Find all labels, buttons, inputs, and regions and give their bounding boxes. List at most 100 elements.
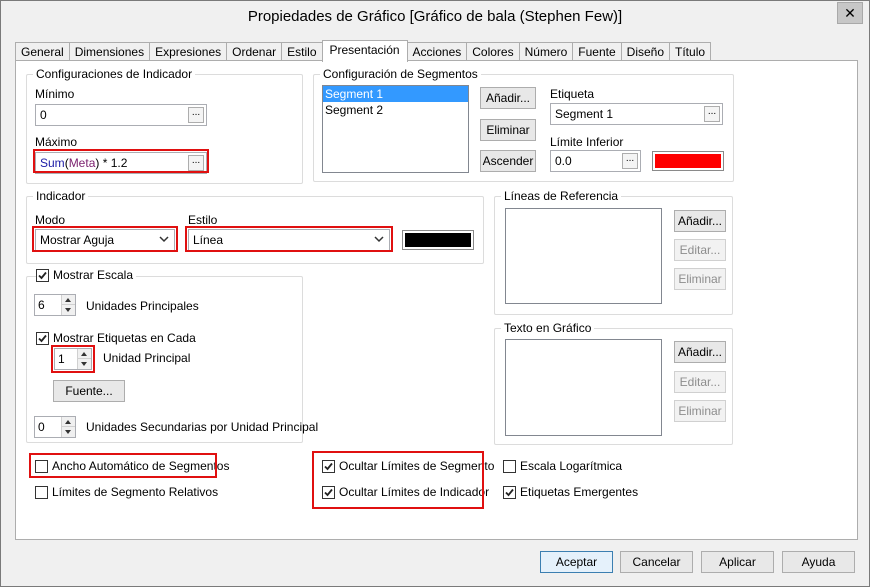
lower-limit-label: Límite Inferior [550, 135, 624, 149]
stepper-down-icon[interactable] [62, 427, 75, 437]
lower-limit-expression-button[interactable]: ... [622, 153, 638, 169]
hide-indicator-limits-box [322, 485, 335, 499]
tab-font[interactable]: Fuente [572, 42, 622, 61]
reference-lines-title: Líneas de Referencia [501, 189, 622, 203]
show-labels-checkbox[interactable]: Mostrar Etiquetas en Cada [36, 331, 196, 345]
popup-labels-checkbox[interactable]: Etiquetas Emergentes [503, 485, 638, 499]
delete-chart-text-button[interactable]: Eliminar [674, 400, 726, 422]
minor-units-stepper[interactable]: 0 [34, 416, 76, 438]
major-unit-label: Unidad Principal [103, 351, 191, 365]
segment-label-expression-button[interactable]: ... [704, 106, 720, 122]
delete-reference-line-button[interactable]: Eliminar [674, 268, 726, 290]
show-scale-checkbox[interactable]: Mostrar Escala [36, 268, 137, 282]
mode-label: Modo [35, 213, 66, 227]
indicator-title: Indicador [33, 189, 89, 203]
font-button[interactable]: Fuente... [53, 380, 125, 402]
style-value: Línea [193, 233, 224, 247]
indicator-group: Indicador Modo Mostrar Aguja Estilo Líne… [26, 189, 484, 264]
reference-lines-group: Líneas de Referencia Añadir... Editar...… [494, 189, 733, 315]
tab-expressions[interactable]: Expresiones [149, 42, 228, 61]
segments-title: Configuración de Segmentos [320, 67, 481, 81]
reference-lines-list[interactable] [505, 208, 662, 304]
tab-layout[interactable]: Diseño [620, 42, 671, 61]
add-reference-line-button[interactable]: Añadir... [674, 210, 726, 232]
add-chart-text-button[interactable]: Añadir... [674, 341, 726, 363]
close-button[interactable]: ✕ [837, 2, 863, 24]
accept-button[interactable]: Aceptar [540, 551, 613, 573]
segment-color-button[interactable] [652, 151, 724, 171]
min-expression-button[interactable]: ... [188, 107, 204, 123]
close-icon: ✕ [844, 5, 856, 21]
chart-text-list[interactable] [505, 339, 662, 436]
segment-list[interactable]: Segment 1 Segment 2 [322, 85, 469, 173]
hide-segment-limits-checkbox[interactable]: Ocultar Límites de Segmento [322, 459, 494, 473]
relative-limits-checkbox[interactable]: Límites de Segmento Relativos [35, 485, 218, 499]
max-label: Máximo [35, 135, 78, 149]
tab-style[interactable]: Estilo [281, 42, 323, 61]
min-value: 0 [40, 108, 47, 122]
cancel-button[interactable]: Cancelar [620, 551, 693, 573]
stepper-up-icon[interactable] [78, 349, 91, 359]
indicator-color-button[interactable] [402, 230, 474, 250]
relative-limits-box [35, 485, 48, 499]
chevron-down-icon [374, 236, 384, 243]
help-button[interactable]: Ayuda [782, 551, 855, 573]
tab-general[interactable]: General [15, 42, 70, 61]
segment-label-field[interactable]: Segment 1 ... [550, 103, 723, 125]
stepper-down-icon[interactable] [78, 359, 91, 369]
tab-sort[interactable]: Ordenar [226, 42, 283, 61]
stepper-down-icon[interactable] [62, 305, 75, 315]
hide-segment-limits-box [322, 459, 335, 473]
chart-text-title: Texto en Gráfico [501, 321, 595, 335]
style-select[interactable]: Línea [188, 229, 390, 251]
stepper-up-icon[interactable] [62, 417, 75, 427]
major-units-label: Unidades Principales [86, 299, 199, 313]
edit-chart-text-button[interactable]: Editar... [674, 371, 726, 393]
tab-colors[interactable]: Colores [466, 42, 520, 61]
auto-width-checkbox[interactable]: Ancho Automático de Segmentos [35, 459, 229, 473]
lower-limit-field[interactable]: 0.0 ... [550, 150, 641, 172]
apply-button[interactable]: Aplicar [701, 551, 774, 573]
show-labels-box [36, 331, 49, 345]
tab-number[interactable]: Número [518, 42, 574, 61]
min-field[interactable]: 0 ... [35, 104, 207, 126]
tab-actions[interactable]: Acciones [406, 42, 468, 61]
stepper-buttons [61, 295, 75, 315]
major-unit-value: 1 [58, 352, 65, 366]
log-scale-label: Escala Logarítmica [520, 459, 623, 473]
indicator-config-title: Configuraciones de Indicador [33, 67, 196, 81]
major-unit-stepper[interactable]: 1 [54, 348, 92, 370]
max-field[interactable]: Sum(Meta) * 1.2 ... [35, 152, 207, 174]
chevron-down-icon [159, 236, 169, 243]
show-labels-label: Mostrar Etiquetas en Cada [53, 331, 196, 345]
popup-labels-label: Etiquetas Emergentes [520, 485, 639, 499]
max-rest: ) * 1.2 [95, 156, 128, 170]
move-up-segment-button[interactable]: Ascender [480, 150, 536, 172]
max-expression-button[interactable]: ... [188, 155, 204, 171]
stepper-buttons [61, 417, 75, 437]
tab-dimensions[interactable]: Dimensiones [68, 42, 151, 61]
segments-group: Configuración de Segmentos Segment 1 Seg… [313, 67, 734, 182]
indicator-color-swatch [405, 233, 471, 247]
minor-units-value: 0 [38, 420, 45, 434]
segment-item-1[interactable]: Segment 1 [323, 86, 468, 102]
auto-width-box [35, 459, 48, 473]
log-scale-checkbox[interactable]: Escala Logarítmica [503, 459, 622, 473]
hide-indicator-limits-checkbox[interactable]: Ocultar Límites de Indicador [322, 485, 489, 499]
stepper-up-icon[interactable] [62, 295, 75, 305]
delete-segment-button[interactable]: Eliminar [480, 119, 536, 141]
add-segment-button[interactable]: Añadir... [480, 87, 536, 109]
show-scale-box [36, 268, 49, 282]
checkmark-icon [38, 334, 47, 342]
segment-item-2[interactable]: Segment 2 [323, 102, 468, 118]
indicator-config-group: Configuraciones de Indicador Mínimo 0 ..… [26, 67, 303, 184]
major-units-stepper[interactable]: 6 [34, 294, 76, 316]
max-arg: Meta [68, 156, 96, 170]
major-units-value: 6 [38, 298, 45, 312]
tab-caption[interactable]: Título [669, 42, 712, 61]
mode-select[interactable]: Mostrar Aguja [35, 229, 175, 251]
segment-label-value: Segment 1 [555, 107, 614, 121]
tab-presentation[interactable]: Presentación [321, 40, 408, 62]
edit-reference-line-button[interactable]: Editar... [674, 239, 726, 261]
relative-limits-label: Límites de Segmento Relativos [52, 485, 219, 499]
